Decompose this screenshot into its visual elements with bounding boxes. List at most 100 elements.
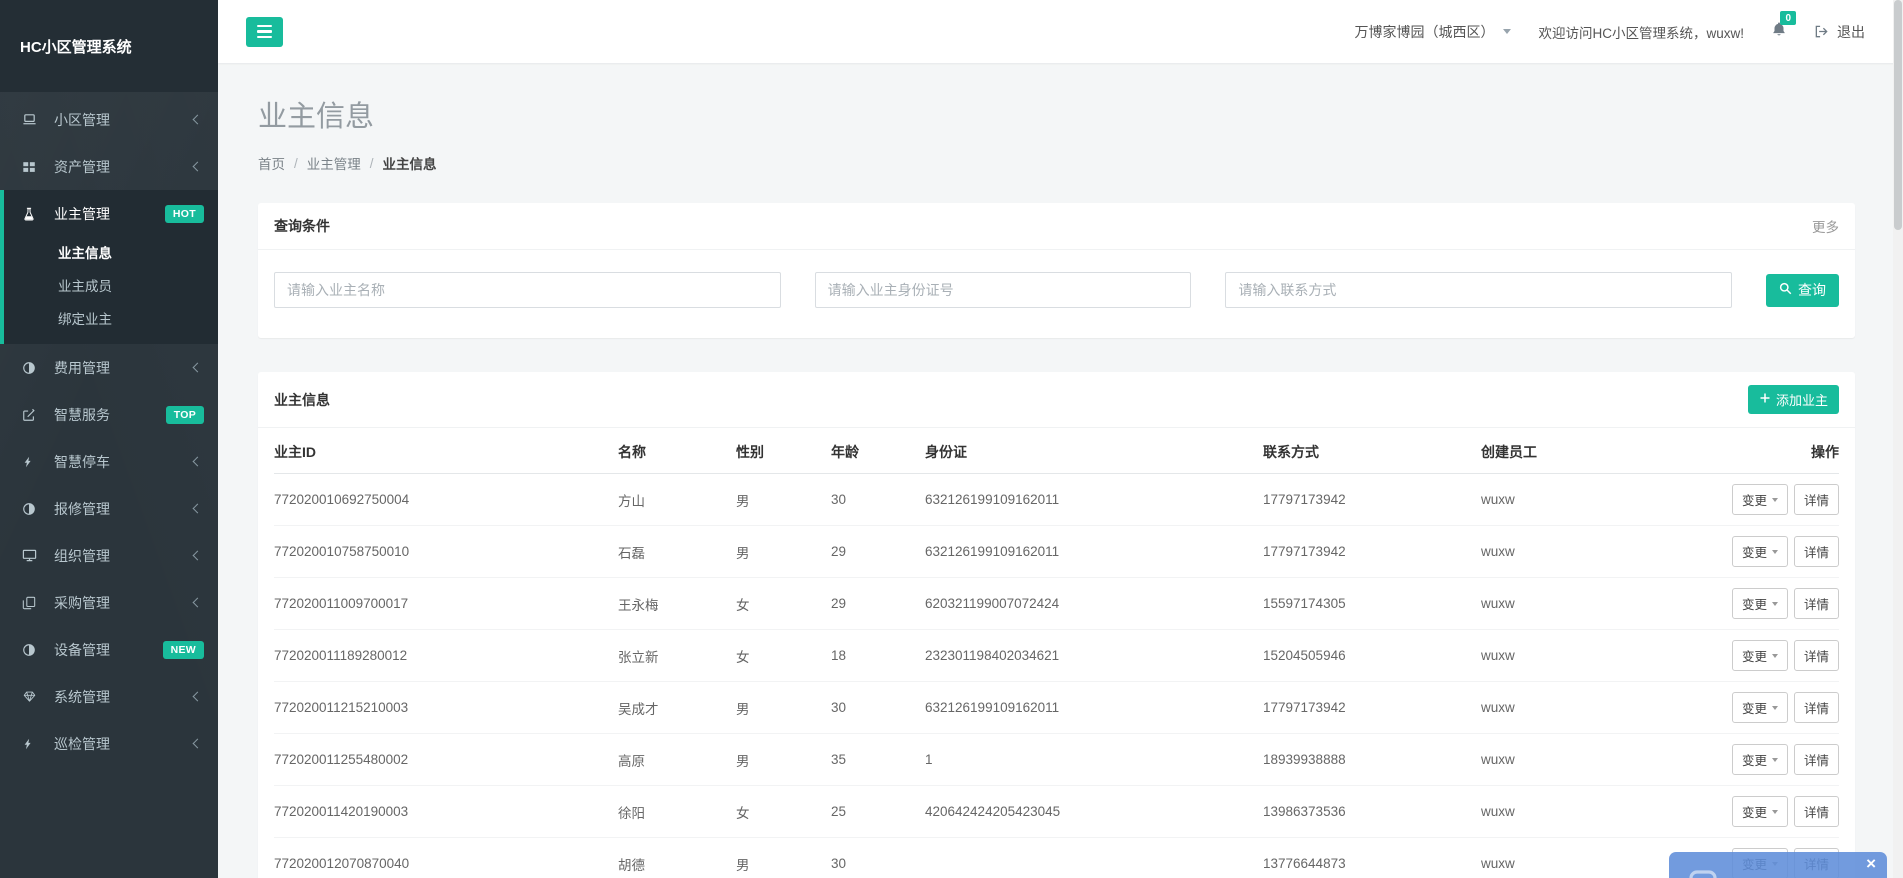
cell-age: 18 <box>823 630 917 682</box>
detail-button-label: 详情 <box>1804 646 1829 665</box>
close-icon[interactable]: × <box>1866 855 1876 872</box>
cell-gender: 男 <box>728 682 823 734</box>
column-header: 年龄 <box>823 428 917 474</box>
cell-gender: 男 <box>728 734 823 786</box>
detail-button-label: 详情 <box>1804 542 1829 561</box>
search-button[interactable]: 查询 <box>1766 274 1839 307</box>
logout-button[interactable]: 退出 <box>1814 22 1865 42</box>
page-title: 业主信息 <box>258 97 1855 137</box>
sidebar-item-block: 采购管理 <box>0 579 218 626</box>
cell-id: 772020011189280012 <box>274 630 610 682</box>
table-row: 772020012070870040胡德男3013776644873wuxw变更… <box>274 838 1839 878</box>
sidebar-item-label: 组织管理 <box>54 546 194 566</box>
cell-creator: wuxw <box>1473 734 1624 786</box>
sidebar-item-label: 资产管理 <box>54 157 194 177</box>
change-button[interactable]: 变更 <box>1732 744 1788 775</box>
query-input-1[interactable] <box>815 272 1192 308</box>
sidebar-subitem[interactable]: 绑定业主 <box>4 303 218 336</box>
detail-button[interactable]: 详情 <box>1794 744 1839 775</box>
query-input-2[interactable] <box>1225 272 1732 308</box>
breadcrumb-item[interactable]: 业主管理 <box>307 153 361 173</box>
chevron-left-icon <box>193 363 203 373</box>
detail-button[interactable]: 详情 <box>1794 536 1839 567</box>
cell-age: 29 <box>823 578 917 630</box>
more-link[interactable]: 更多 <box>1812 216 1839 236</box>
welcome-text: 欢迎访问HC小区管理系统，wuxw! <box>1538 22 1744 42</box>
cell-id: 772020012070870040 <box>274 838 610 878</box>
query-form: 查询 <box>258 250 1855 338</box>
cell-id: 772020010758750010 <box>274 526 610 578</box>
change-button[interactable]: 变更 <box>1732 484 1788 515</box>
add-owner-button[interactable]: 添加业主 <box>1748 385 1839 414</box>
sidebar-item[interactable]: 小区管理 <box>0 96 218 143</box>
sidebar-toggle-button[interactable] <box>246 17 283 47</box>
detail-button[interactable]: 详情 <box>1794 796 1839 827</box>
community-selector[interactable]: 万博家博园（城西区） <box>1354 22 1511 42</box>
detail-button[interactable]: 详情 <box>1794 692 1839 723</box>
change-button[interactable]: 变更 <box>1732 536 1788 567</box>
detail-button-label: 详情 <box>1804 750 1829 769</box>
sidebar-menu: 小区管理资产管理业主管理HOT业主信息业主成员绑定业主费用管理智慧服务TOP智慧… <box>0 92 218 767</box>
cell-phone: 18939938888 <box>1255 734 1473 786</box>
sidebar-item-block: 资产管理 <box>0 143 218 190</box>
scrollbar-thumb[interactable] <box>1894 0 1902 230</box>
globe-icon <box>22 502 46 516</box>
change-button[interactable]: 变更 <box>1732 640 1788 671</box>
cell-phone: 15204505946 <box>1255 630 1473 682</box>
cell-gender: 女 <box>728 630 823 682</box>
detail-button[interactable]: 详情 <box>1794 484 1839 515</box>
detail-button-label: 详情 <box>1804 698 1829 717</box>
sidebar-item-block: 费用管理 <box>0 344 218 391</box>
sidebar-item[interactable]: 报修管理 <box>0 485 218 532</box>
sidebar-item[interactable]: 巡检管理 <box>0 720 218 767</box>
search-button-label: 查询 <box>1798 280 1826 300</box>
caret-down-icon <box>1772 498 1778 502</box>
cell-gender: 女 <box>728 786 823 838</box>
detail-button-label: 详情 <box>1804 490 1829 509</box>
sidebar-subitem[interactable]: 业主信息 <box>4 237 218 270</box>
cell-actions: 变更详情 <box>1624 630 1839 682</box>
notifications-button[interactable]: 0 <box>1771 21 1787 42</box>
sidebar-subitem[interactable]: 业主成员 <box>4 270 218 303</box>
sidebar-item[interactable]: 费用管理 <box>0 344 218 391</box>
cell-id_card: 232301198402034621 <box>917 630 1255 682</box>
column-header: 业主ID <box>274 428 610 474</box>
sidebar-item[interactable]: 设备管理NEW <box>0 626 218 673</box>
breadcrumb-separator: / <box>294 156 298 171</box>
detail-button[interactable]: 详情 <box>1794 640 1839 671</box>
desktop-icon <box>22 548 46 563</box>
cell-phone: 13776644873 <box>1255 838 1473 878</box>
bolt-icon <box>22 455 46 469</box>
sidebar-item[interactable]: 业主管理HOT <box>4 190 218 237</box>
table-row: 772020010758750010石磊男2963212619910916201… <box>274 526 1839 578</box>
content: 业主信息 首页/业主管理/业主信息 查询条件 更多 查询 业主信息 添加业主 <box>218 63 1903 878</box>
cell-actions: 变更详情 <box>1624 682 1839 734</box>
sidebar-item-block: 巡检管理 <box>0 720 218 767</box>
owners-table-wrap: 业主ID名称性别年龄身份证联系方式创建员工操作 7720200106927500… <box>258 428 1855 878</box>
sidebar-item[interactable]: 系统管理 <box>0 673 218 720</box>
sidebar-item[interactable]: 智慧服务TOP <box>0 391 218 438</box>
breadcrumb-item[interactable]: 首页 <box>258 153 285 173</box>
sidebar-item[interactable]: 智慧停车 <box>0 438 218 485</box>
sidebar-item[interactable]: 采购管理 <box>0 579 218 626</box>
cell-creator: wuxw <box>1473 630 1624 682</box>
change-button[interactable]: 变更 <box>1732 796 1788 827</box>
chevron-left-icon <box>193 551 203 561</box>
sidebar-item[interactable]: 组织管理 <box>0 532 218 579</box>
sidebar-item[interactable]: 资产管理 <box>0 143 218 190</box>
column-header: 操作 <box>1624 428 1839 474</box>
sidebar-item-label: 采购管理 <box>54 593 194 613</box>
table-row: 772020011255480002高原男35118939938888wuxw变… <box>274 734 1839 786</box>
query-input-0[interactable] <box>274 272 781 308</box>
notification-badge: 0 <box>1780 11 1796 25</box>
sidebar-submenu: 业主信息业主成员绑定业主 <box>4 237 218 344</box>
globe-icon <box>22 361 46 375</box>
change-button[interactable]: 变更 <box>1732 692 1788 723</box>
cell-creator: wuxw <box>1473 578 1624 630</box>
owners-panel-header: 业主信息 添加业主 <box>258 372 1855 428</box>
detail-button[interactable]: 详情 <box>1794 588 1839 619</box>
scrollbar[interactable] <box>1893 0 1903 878</box>
cell-id_card: 620321199007072424 <box>917 578 1255 630</box>
chevron-left-icon <box>193 162 203 172</box>
change-button[interactable]: 变更 <box>1732 588 1788 619</box>
